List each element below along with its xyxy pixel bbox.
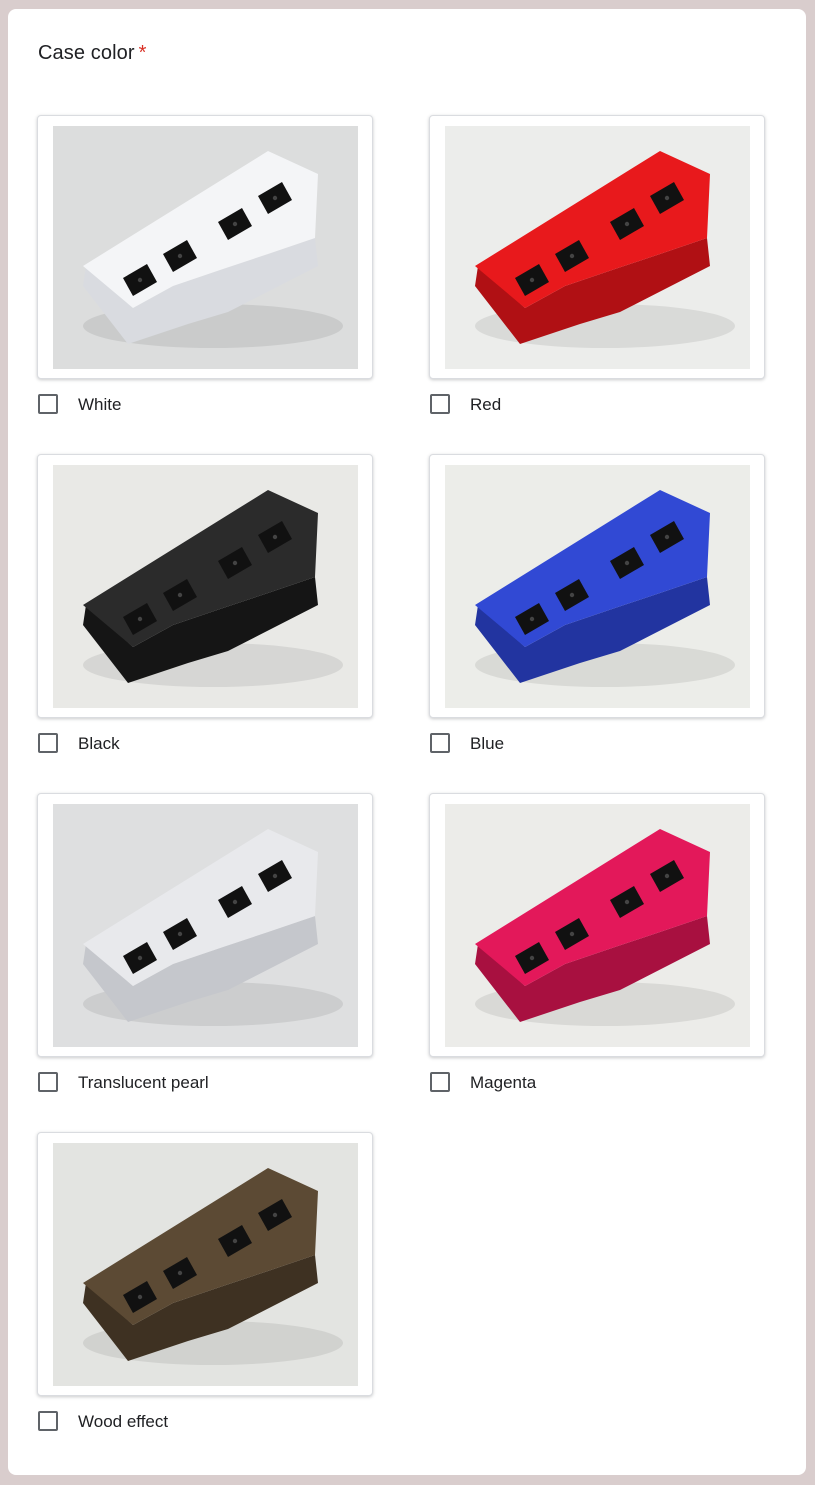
option-image-frame <box>37 115 373 379</box>
case-photo-white <box>53 126 358 369</box>
case-photo-black <box>53 465 358 708</box>
case-photo-wood-effect <box>53 1143 358 1386</box>
checkbox-translucent-pearl[interactable] <box>38 1072 58 1092</box>
checkbox-label-magenta: Magenta <box>470 1073 537 1092</box>
option-image-frame <box>429 793 765 1057</box>
keyboard-case-illustration <box>445 804 750 1047</box>
question-title-text: Case color <box>38 42 135 64</box>
checkbox-label-red: Red <box>470 395 502 414</box>
case-photo-translucent-pearl <box>53 804 358 1047</box>
checkbox-label-black: Black <box>78 734 120 753</box>
case-photo-magenta <box>445 804 750 1047</box>
option-image-frame <box>37 793 373 1057</box>
case-photo-red <box>445 126 750 369</box>
keyboard-case-illustration <box>53 1143 358 1386</box>
question-card: Case color * White Red Black Blue Transl… <box>8 9 806 1475</box>
checkbox-label-white: White <box>78 395 122 414</box>
required-asterisk: * <box>138 42 147 64</box>
option-image-frame <box>37 454 373 718</box>
keyboard-case-illustration <box>445 126 750 369</box>
keyboard-case-illustration <box>53 126 358 369</box>
checkbox-blue[interactable] <box>430 733 450 753</box>
checkbox-magenta[interactable] <box>430 1072 450 1092</box>
keyboard-case-illustration <box>53 804 358 1047</box>
option-image-frame <box>429 115 765 379</box>
checkbox-white[interactable] <box>38 394 58 414</box>
checkbox-red[interactable] <box>430 394 450 414</box>
checkbox-wood-effect[interactable] <box>38 1411 58 1431</box>
keyboard-case-illustration <box>53 465 358 708</box>
checkbox-label-wood-effect: Wood effect <box>78 1412 169 1431</box>
checkbox-label-translucent-pearl: Translucent pearl <box>78 1073 209 1092</box>
option-image-frame <box>429 454 765 718</box>
case-photo-blue <box>445 465 750 708</box>
question-title: Case color * <box>38 42 147 65</box>
checkbox-black[interactable] <box>38 733 58 753</box>
option-image-frame <box>37 1132 373 1396</box>
keyboard-case-illustration <box>445 465 750 708</box>
checkbox-label-blue: Blue <box>470 734 505 753</box>
